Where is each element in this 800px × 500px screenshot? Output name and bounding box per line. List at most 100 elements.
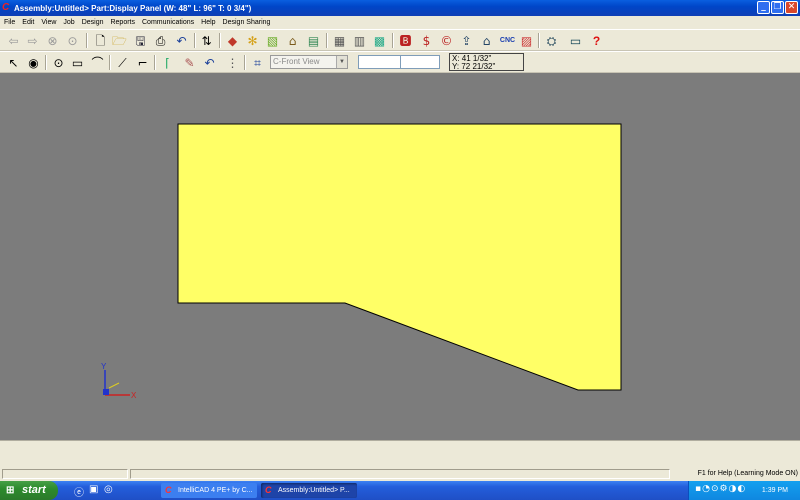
menu-help[interactable]: Help [197,16,218,28]
window-title: Assembly:Untitled> Part:Display Panel (W… [14,3,252,13]
grid-snap-icon[interactable]: ⋮ [224,54,241,71]
start-button[interactable]: ⊞ start [0,481,58,500]
toolbar-divider [538,33,540,48]
help-icon[interactable]: ? [588,32,605,49]
windows-logo-icon: ⊞ [6,485,15,496]
cnc-button[interactable]: CNC [498,32,517,49]
drawing-canvas[interactable]: Y X [0,73,800,440]
status-bar: F1 for Help (Learning Mode ON) [0,468,800,480]
drawing-toolbar: ↖ ◉ ⊙ ▭ ⌒ ⟋ ⌐ ⌈ ✎ ↶ ⋮ ⌗ C-Front View ▼ X… [0,51,800,73]
view-select[interactable]: C-Front View ▼ [270,55,348,69]
corner-tool-icon[interactable]: ⌈ [159,54,176,71]
maximize-button[interactable]: ❐ [771,1,784,14]
grid-color-icon[interactable]: ▨ [518,32,535,49]
select-pointer-icon[interactable]: ↖ [5,54,22,71]
rectangle-tool-icon[interactable]: ▭ [69,54,86,71]
draw-panel-icon[interactable]: ▧ [264,32,281,49]
coord-y: Y: 72 21/32" [452,62,496,71]
dimension-input-1[interactable] [358,55,402,69]
status-pane [2,469,128,479]
browser-icon[interactable]: ⓔ [74,484,84,499]
eraser-icon[interactable]: ✎ [181,54,198,71]
toolbar-divider [86,33,88,48]
menu-view[interactable]: View [37,16,59,28]
menu-file[interactable]: File [0,16,18,28]
app-icon: C [165,485,172,495]
view-select-value: C-Front View [273,57,320,66]
circle-tool-icon[interactable]: ⊙ [50,54,67,71]
clock: 1:39 PM [761,487,788,494]
menu-job[interactable]: Job [59,16,77,28]
media-player-icon[interactable]: ◎ [104,484,113,495]
parts-icon[interactable]: ▥ [351,32,368,49]
report-cost-icon[interactable]: $ [418,32,435,49]
coordinate-readout: X: 41 1/32" Y: 72 21/32" [449,53,524,71]
monitor-icon[interactable]: ▭ [567,32,584,49]
optimize-icon[interactable]: ⇪ [458,32,475,49]
start-label: start [22,484,46,496]
toolbar-divider [109,55,111,70]
taskbar: ⊞ start ⓔ ▣ ◎ C IntelliCAD 4 PE+ by C...… [0,481,800,500]
stop-icon[interactable]: ⊗ [44,32,61,49]
eye-icon[interactable]: ◉ [25,54,42,71]
app-icon[interactable]: C [2,2,13,13]
status-help-text: F1 for Help (Learning Mode ON) [697,470,798,477]
house-icon[interactable]: ⌂ [478,32,495,49]
taskbar-item-intellicad[interactable]: C IntelliCAD 4 PE+ by C... [161,483,257,498]
cabinet-wizard-icon[interactable]: ✻ [244,32,261,49]
display-panel-shape[interactable] [177,123,622,391]
menu-design[interactable]: Design [78,16,107,28]
menu-bar: File Edit View Job Design Reports Commun… [0,16,800,28]
forward-arrow-icon[interactable]: ⇨ [24,32,41,49]
material-icon[interactable]: ◆ [224,32,241,49]
fillet-tool-icon[interactable]: ⌐ [134,54,151,71]
desktop-icon[interactable]: ▣ [89,484,98,495]
undo-icon[interactable]: ↶ [173,32,190,49]
toolbar-divider [45,55,47,70]
toolbar-divider [219,33,221,48]
axis-x-label: X [131,391,137,400]
toolbar-divider [154,55,156,70]
menu-communications[interactable]: Communications [138,16,197,28]
open-folder-icon[interactable]: 🗁 [111,32,128,49]
assembly-icon[interactable]: ▦ [331,32,348,49]
drawing-svg: Y X [101,123,622,400]
app-icon: C [265,485,272,495]
report-c-icon[interactable]: © [438,32,455,49]
menu-edit[interactable]: Edit [18,16,37,28]
axis-y-label: Y [101,362,107,371]
refresh-icon[interactable]: ⊙ [64,32,81,49]
toolbar-divider [244,55,246,70]
title-bar: C Assembly:Untitled> Part:Display Panel … [0,0,800,16]
line-tool-icon[interactable]: ⟋ [114,54,131,71]
arc-tool-icon[interactable]: ⌒ [89,54,106,71]
report-b-icon[interactable]: 🅱 [397,32,414,49]
new-file-icon[interactable]: 🗋 [92,32,109,49]
save-icon[interactable]: 🖫 [132,32,149,49]
ucs-axis-icon: Y X [101,362,137,400]
layout-icon[interactable]: ▩ [371,32,388,49]
tray-icons[interactable]: ▪◔⊙⚙◑◐ [695,484,746,494]
close-button[interactable]: ✕ [785,1,798,14]
system-tray: ▪◔⊙⚙◑◐ 1:39 PM [688,481,800,500]
dimension-input-2[interactable] [400,55,440,69]
toolbar-divider [194,33,196,48]
toolbar-divider [326,33,328,48]
status-pane [130,469,670,479]
back-arrow-icon[interactable]: ⇦ [5,32,22,49]
taskbar-item-assembly[interactable]: C Assembly:Untitled> P... [261,483,357,498]
drawer-icon[interactable]: ▤ [305,32,322,49]
undo-draw-icon[interactable]: ↶ [201,54,218,71]
sort-icon[interactable]: ⇅ [198,32,215,49]
command-area[interactable] [0,440,800,468]
door-icon[interactable]: ⌂ [284,32,301,49]
toolbar-divider [392,33,394,48]
chevron-down-icon[interactable]: ▼ [336,56,347,68]
main-toolbar: ⇦ ⇨ ⊗ ⊙ 🗋 🗁 🖫 ⎙ ↶ ⇅ ◆ ✻ ▧ ⌂ ▤ ▦ ▥ ▩ 🅱 $ … [0,29,800,51]
view-cube-icon[interactable]: ⌗ [249,54,266,71]
menu-design-sharing[interactable]: Design Sharing [219,16,274,28]
menu-reports[interactable]: Reports [106,16,138,28]
print-icon[interactable]: ⎙ [152,32,169,49]
minimize-button[interactable]: _ [757,1,770,14]
handshake-icon[interactable]: ⛭ [543,32,560,49]
